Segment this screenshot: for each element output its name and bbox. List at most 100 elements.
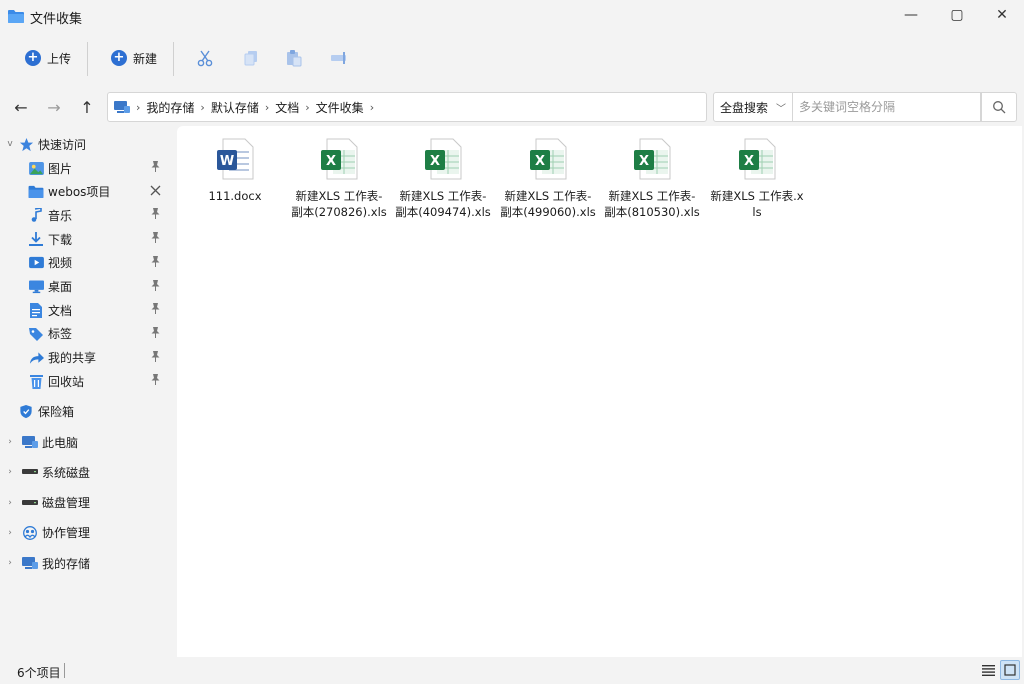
close-button[interactable]: ✕ [979, 0, 1024, 30]
up-button[interactable]: ↑ [76, 96, 98, 118]
chevron-down-icon[interactable]: v [2, 139, 18, 149]
chevron-right-icon: › [305, 100, 310, 114]
new-button[interactable]: + 新建 [111, 46, 157, 70]
star-icon [18, 136, 34, 152]
tile-view-icon [1004, 664, 1016, 676]
sidebar-root-2[interactable]: › 磁盘管理 [0, 492, 170, 514]
chevron-right-icon[interactable]: › [2, 498, 18, 508]
shield-icon [18, 403, 34, 419]
sidebar-item-1[interactable]: webos项目 [0, 181, 170, 203]
back-button[interactable]: ← [10, 96, 32, 118]
sidebar-item-vault[interactable]: 保险箱 [0, 400, 170, 422]
unpin-icon[interactable] [149, 185, 161, 199]
forward-button[interactable]: → [43, 96, 65, 118]
sidebar-item-quick-access[interactable]: v 快速访问 [0, 133, 170, 155]
upload-button[interactable]: + 上传 [25, 46, 71, 70]
window-title: 文件收集 [30, 12, 83, 27]
maximize-button[interactable]: ▢ [934, 0, 980, 30]
search-input[interactable] [793, 92, 981, 122]
breadcrumb-item[interactable]: 文件收集 [316, 99, 364, 116]
excel-file-icon: X [319, 138, 359, 180]
sidebar-item-label: 保险箱 [38, 404, 75, 419]
sidebar-item-label: 文档 [48, 303, 73, 318]
address-bar[interactable]: › 我的存储 › 默认存储 › 文档 › 文件收集 › [107, 92, 707, 122]
sidebar-item-label: 我的存储 [42, 556, 91, 571]
sidebar-root-0[interactable]: › 此电脑 [0, 431, 170, 453]
sidebar-item-7[interactable]: 标签 [0, 323, 170, 345]
copy-icon[interactable] [241, 48, 261, 68]
pin-icon[interactable] [149, 161, 161, 175]
file-item[interactable]: W 111.docx [187, 138, 283, 204]
file-item[interactable]: X 新建XLS 工作表.xls [709, 138, 805, 220]
breadcrumb-item[interactable]: 我的存储 [146, 99, 194, 116]
computer-icon [22, 434, 38, 450]
chevron-right-icon[interactable]: › [2, 437, 18, 447]
pin-icon[interactable] [149, 232, 161, 246]
breadcrumb-item[interactable]: 文档 [275, 99, 299, 116]
svg-text:X: X [744, 154, 754, 169]
file-name: 新建XLS 工作表-副本(499060).xls [500, 189, 596, 219]
pin-icon[interactable] [149, 374, 161, 388]
excel-file-icon: X [737, 138, 777, 180]
chevron-right-icon[interactable]: › [2, 467, 18, 477]
paste-icon[interactable] [284, 48, 304, 68]
recycle-bin-icon [28, 373, 44, 389]
pin-icon[interactable] [149, 255, 161, 270]
tag-icon [28, 326, 44, 342]
file-name: 111.docx [208, 189, 262, 203]
file-name: 新建XLS 工作表.xls [710, 189, 804, 219]
sidebar-item-6[interactable]: 文档 [0, 299, 170, 321]
details-view-button[interactable] [978, 660, 998, 680]
sidebar-item-9[interactable]: 回收站 [0, 370, 170, 392]
pin-icon[interactable] [149, 303, 161, 317]
toolbar-divider [87, 42, 88, 76]
chevron-down-icon: ﹀ [776, 103, 786, 115]
sidebar-item-5[interactable]: 桌面 [0, 276, 170, 298]
chevron-right-icon[interactable]: › [2, 528, 18, 538]
svg-text:W: W [220, 154, 234, 169]
list-view-icon [981, 664, 995, 676]
pin-icon[interactable] [149, 279, 161, 294]
excel-file-icon: X [423, 138, 463, 180]
sidebar-item-2[interactable]: 音乐 [0, 204, 170, 226]
desktop-icon [28, 279, 44, 295]
search-button[interactable] [981, 92, 1017, 122]
breadcrumb-item[interactable]: 默认存储 [211, 99, 259, 116]
sidebar-root-1[interactable]: › 系统磁盘 [0, 461, 170, 483]
file-item[interactable]: X 新建XLS 工作表-副本(499060).xls [500, 138, 596, 220]
chevron-right-icon: › [369, 100, 375, 114]
search-scope-select[interactable]: 全盘搜索 ﹀ [713, 92, 793, 122]
file-item[interactable]: X 新建XLS 工作表-副本(270826).xls [291, 138, 387, 220]
sidebar-root-3[interactable]: › 协作管理 [0, 522, 170, 544]
pin-icon[interactable] [149, 208, 161, 222]
sidebar-item-3[interactable]: 下载 [0, 228, 170, 250]
large-icons-view-button[interactable] [1000, 660, 1020, 680]
chevron-right-icon[interactable]: › [2, 558, 18, 568]
file-name: 新建XLS 工作表-副本(270826).xls [291, 189, 387, 219]
file-item[interactable]: X 新建XLS 工作表-副本(409474).xls [395, 138, 491, 220]
title-bar: 文件收集 — ▢ ✕ [0, 0, 1024, 32]
sidebar-item-label: 图片 [48, 161, 73, 176]
download-icon [28, 231, 44, 247]
minimize-button[interactable]: — [888, 0, 934, 30]
pin-icon[interactable] [149, 350, 161, 365]
excel-file-icon: X [528, 138, 568, 180]
sidebar-root-4[interactable]: › 我的存储 [0, 552, 170, 574]
pin-icon[interactable] [149, 326, 161, 341]
plus-circle-icon: + [25, 50, 41, 66]
word-file-icon: W [215, 138, 255, 180]
disk-icon [22, 464, 38, 480]
sidebar-item-label: 协作管理 [42, 526, 91, 541]
rename-icon[interactable] [330, 48, 350, 68]
collab-icon [22, 525, 38, 541]
cut-icon[interactable] [195, 48, 215, 68]
file-name: 新建XLS 工作表-副本(409474).xls [395, 189, 491, 219]
sidebar-item-8[interactable]: 我的共享 [0, 347, 170, 369]
file-list-area[interactable]: W 111.docx X 新建XLS 工作表-副本(270826).xls X 新建XLS… [177, 126, 1022, 657]
sidebar-item-0[interactable]: 图片 [0, 157, 170, 179]
sidebar-item-4[interactable]: 视频 [0, 252, 170, 274]
search-scope-value: 全盘搜索 [720, 100, 769, 115]
file-item[interactable]: X 新建XLS 工作表-副本(810530).xls [604, 138, 700, 220]
pictures-icon [28, 160, 44, 176]
item-count: 6个项目 [17, 666, 61, 680]
